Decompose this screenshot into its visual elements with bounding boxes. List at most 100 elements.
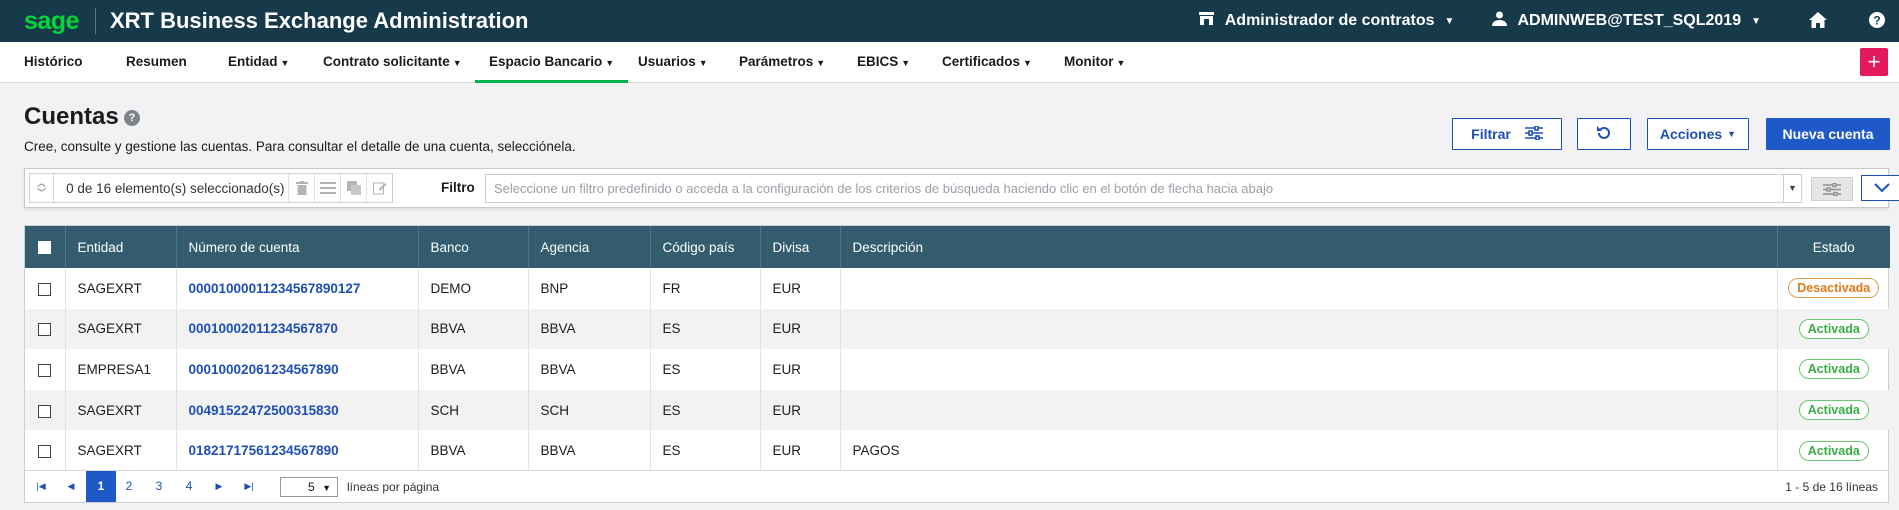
cell-agencia: SCH xyxy=(528,389,651,431)
cell-agencia: BBVA xyxy=(528,308,651,350)
contract-admin-menu[interactable]: Administrador de contratos ▼ xyxy=(1198,11,1454,31)
select-all-checkbox[interactable] xyxy=(25,226,66,268)
nav-monitor[interactable]: Monitor ▼ xyxy=(1064,42,1125,83)
page-4[interactable]: 4 xyxy=(177,471,201,502)
rows-per-page-select[interactable]: 5 ▼ xyxy=(280,477,338,497)
chevron-down-icon xyxy=(1874,183,1890,193)
help-icon[interactable]: ? xyxy=(1869,11,1885,31)
sage-logo[interactable]: sage xyxy=(24,7,79,36)
copy-icon[interactable] xyxy=(340,174,366,202)
column-header[interactable]: Entidad xyxy=(65,226,177,268)
page-2[interactable]: 2 xyxy=(117,471,141,502)
filter-dropdown-arrow[interactable]: ▼ xyxy=(1784,174,1802,203)
account-number-link[interactable]: 01821717561234567890 xyxy=(176,430,419,471)
nav-resumen[interactable]: Resumen xyxy=(126,42,187,83)
column-header[interactable]: Código país xyxy=(650,226,761,268)
add-button[interactable]: + xyxy=(1860,48,1888,76)
caret-down-icon: ▼ xyxy=(698,58,708,68)
cell-entidad: EMPRESA1 xyxy=(65,349,177,390)
filter-label: Filtro xyxy=(441,180,475,195)
prev-page-icon[interactable]: ◀ xyxy=(59,471,83,502)
nav-usuarios[interactable]: Usuarios ▼ xyxy=(638,42,708,83)
main-nav: Histórico Resumen Entidad ▼ Contrato soli… xyxy=(0,42,1899,83)
column-header[interactable]: Número de cuenta xyxy=(176,226,419,268)
refresh-button[interactable] xyxy=(1577,118,1631,150)
nav-historico[interactable]: Histórico xyxy=(24,42,83,83)
cell-agencia: BBVA xyxy=(528,430,651,471)
edit-icon[interactable] xyxy=(366,174,392,202)
contract-admin-label: Administrador de contratos xyxy=(1224,12,1435,29)
account-number-link[interactable]: 00001000011234567890127 xyxy=(176,268,419,309)
column-header[interactable]: Agencia xyxy=(528,226,651,268)
nav-espacio-bancario[interactable]: Espacio Bancario ▼ xyxy=(474,42,629,83)
sliders-icon xyxy=(1823,182,1841,196)
table-row[interactable]: SAGEXRT 01821717561234567890 BBVA BBVA E… xyxy=(25,430,1890,471)
nav-certificados[interactable]: Certificados ▼ xyxy=(942,42,1032,83)
cell-banco: SCH xyxy=(418,389,529,431)
cell-entidad: SAGEXRT xyxy=(65,308,177,350)
status-badge: Activada xyxy=(1798,318,1869,339)
first-page-icon[interactable]: |◀ xyxy=(29,471,53,502)
table-row[interactable]: SAGEXRT 00010002011234567870 BBVA BBVA E… xyxy=(25,308,1890,350)
page-description: Cree, consulte y gestione las cuentas. P… xyxy=(24,139,576,154)
column-header[interactable]: Descripción xyxy=(840,226,1778,268)
nav-parametros[interactable]: Parámetros ▼ xyxy=(739,42,825,83)
accounts-table: Entidad Número de cuenta Banco Agencia C… xyxy=(24,225,1890,472)
last-page-icon[interactable]: ▶| xyxy=(237,471,261,502)
row-checkbox[interactable] xyxy=(25,389,66,431)
status-cell: Desactivada xyxy=(1777,268,1890,309)
cell-banco: BBVA xyxy=(418,349,529,390)
column-header[interactable]: Estado xyxy=(1777,226,1890,268)
row-checkbox[interactable] xyxy=(25,349,66,390)
status-badge: Activada xyxy=(1798,440,1869,461)
list-icon[interactable] xyxy=(314,174,340,202)
table-header-row: Entidad Número de cuenta Banco Agencia C… xyxy=(25,226,1890,268)
cell-divisa: EUR xyxy=(760,349,841,390)
row-checkbox[interactable] xyxy=(25,268,66,309)
column-header[interactable]: Divisa xyxy=(760,226,841,268)
page-1[interactable]: 1 xyxy=(86,471,116,502)
svg-text:?: ? xyxy=(1873,13,1880,27)
column-header[interactable]: Banco xyxy=(418,226,529,268)
pagination: |◀ ◀ 1 2 3 4 ▶ ▶| 5 ▼ líneas por página … xyxy=(24,470,1889,503)
cell-divisa: EUR xyxy=(760,430,841,471)
filter-button[interactable]: Filtrar xyxy=(1452,118,1562,150)
cell-descripcion xyxy=(840,308,1778,350)
table-row[interactable]: SAGEXRT 00001000011234567890127 DEMO BNP… xyxy=(25,268,1890,309)
caret-down-icon: ▼ xyxy=(1116,58,1126,68)
refresh-icon xyxy=(1596,125,1612,144)
table-row[interactable]: SAGEXRT 00491522472500315830 SCH SCH ES … xyxy=(25,389,1890,431)
status-badge: Activada xyxy=(1798,359,1869,380)
filter-settings-button[interactable] xyxy=(1811,177,1853,201)
filter-input[interactable]: Seleccione un filtro predefinido o acced… xyxy=(485,174,1784,203)
cell-banco: BBVA xyxy=(418,308,529,350)
selection-box: ︿ ﹀ 0 de 16 elemento(s) seleccionado(s) xyxy=(29,173,393,203)
cell-descripcion xyxy=(840,349,1778,390)
cell-pais: ES xyxy=(650,349,761,390)
sort-chevrons-icon[interactable]: ︿ ﹀ xyxy=(30,174,55,202)
account-number-link[interactable]: 00010002061234567890 xyxy=(176,349,419,390)
row-checkbox[interactable] xyxy=(25,308,66,350)
page-3[interactable]: 3 xyxy=(147,471,171,502)
next-page-icon[interactable]: ▶ xyxy=(207,471,231,502)
cell-entidad: SAGEXRT xyxy=(65,268,177,309)
nav-contrato-solicitante[interactable]: Contrato solicitante ▼ xyxy=(323,42,462,83)
user-icon xyxy=(1492,11,1508,31)
nav-entidad[interactable]: Entidad ▼ xyxy=(228,42,289,83)
row-checkbox[interactable] xyxy=(25,430,66,471)
filter-expand-button[interactable] xyxy=(1861,175,1899,201)
user-label: ADMINWEB@TEST_SQL2019 xyxy=(1517,12,1742,29)
table-row[interactable]: EMPRESA1 00010002061234567890 BBVA BBVA … xyxy=(25,349,1890,390)
delete-icon[interactable] xyxy=(288,174,314,202)
home-icon[interactable] xyxy=(1809,11,1827,31)
cell-descripcion xyxy=(840,389,1778,431)
actions-button[interactable]: Acciones ▼ xyxy=(1647,118,1749,150)
caret-down-icon: ▼ xyxy=(1023,58,1032,68)
new-account-button[interactable]: Nueva cuenta xyxy=(1766,118,1890,150)
account-number-link[interactable]: 00010002011234567870 xyxy=(176,308,419,350)
help-icon[interactable]: ? xyxy=(124,110,140,126)
nav-ebics[interactable]: EBICS ▼ xyxy=(857,42,910,83)
account-number-link[interactable]: 00491522472500315830 xyxy=(176,389,419,431)
user-menu[interactable]: ADMINWEB@TEST_SQL2019 ▼ xyxy=(1492,11,1761,31)
caret-down-icon: ▼ xyxy=(901,58,911,68)
